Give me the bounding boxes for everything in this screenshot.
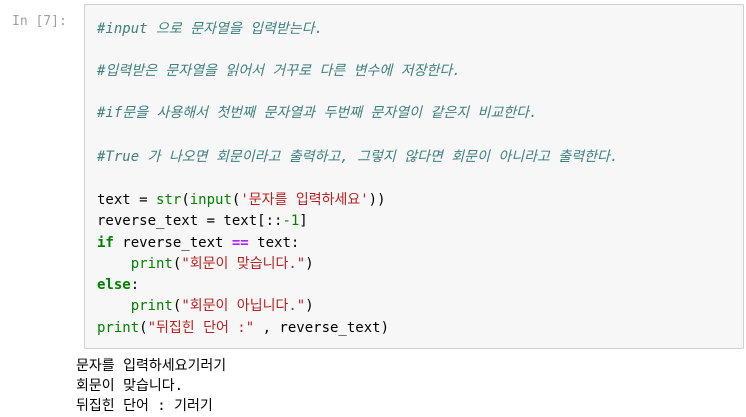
comment-line-4: #True 가 나오면 회문이라고 출력하고, 그렇지 않다면 회문이 아니라고… xyxy=(97,149,619,165)
code-token: input xyxy=(189,192,232,208)
code-line-5: else: xyxy=(97,275,139,295)
code-token: )) xyxy=(368,192,386,208)
code-token: ) xyxy=(305,256,314,272)
code-token: , reverse_text) xyxy=(254,320,389,336)
code-input-area[interactable]: #input 으로 문자열을 입력받는다. #입력받은 문자열을 읽어서 거꾸로… xyxy=(84,4,744,349)
code-token: "뒤집힌 단어 :" xyxy=(147,320,255,336)
notebook-cell[interactable]: In [7]: #input 으로 문자열을 입력받는다. #입력받은 문자열을… xyxy=(0,0,746,417)
code-token: -1 xyxy=(282,213,300,229)
code-token: : xyxy=(130,277,140,293)
code-token: str xyxy=(156,192,182,208)
code-token: ] xyxy=(299,213,308,229)
code-line-1: text = str(input('문자를 입력하세요')) xyxy=(97,190,386,210)
code-token: text = xyxy=(97,192,157,208)
output-line-2: 회문이 맞습니다. xyxy=(76,378,184,394)
code-line-6: print("회문이 아닙니다.") xyxy=(97,296,314,316)
code-token: print xyxy=(130,298,173,314)
code-token: '문자를 입력하세요' xyxy=(240,192,369,208)
code-line-2: reverse_text = text[::-1] xyxy=(97,211,308,231)
output-line-3: 뒤집힌 단어 : 기러기 xyxy=(76,398,213,414)
code-token: print xyxy=(97,320,140,336)
code-token: reverse_text = text[:: xyxy=(97,213,283,229)
code-token: print xyxy=(130,256,173,272)
code-token: "회문이 아닙니다." xyxy=(181,298,306,314)
code-token: reverse_text xyxy=(113,235,232,251)
code-token: == xyxy=(231,235,249,251)
code-token: if xyxy=(97,235,114,251)
code-token: ) xyxy=(305,298,314,314)
code-token: "회문이 맞습니다." xyxy=(181,256,306,272)
code-token: else xyxy=(97,277,131,293)
cell-prompt: In [7]: xyxy=(12,14,67,29)
code-line-3: if reverse_text == text: xyxy=(97,233,299,253)
code-line-7: print("뒤집힌 단어 :" , reverse_text) xyxy=(97,318,389,338)
comment-line-2: #입력받은 문자열을 읽어서 거꾸로 다른 변수에 저장한다. xyxy=(97,63,461,79)
comment-line-3: #if문을 사용해서 첫번째 문자열과 두번째 문자열이 같은지 비교한다. xyxy=(97,105,538,121)
code-line-4: print("회문이 맞습니다.") xyxy=(97,254,314,274)
code-token: ( xyxy=(181,192,190,208)
comment-line-1: #input 으로 문자열을 입력받는다. xyxy=(97,21,323,37)
output-line-1: 문자를 입력하세요기러기 xyxy=(76,358,227,374)
code-token: ( xyxy=(139,320,148,336)
code-token: text: xyxy=(248,235,300,251)
